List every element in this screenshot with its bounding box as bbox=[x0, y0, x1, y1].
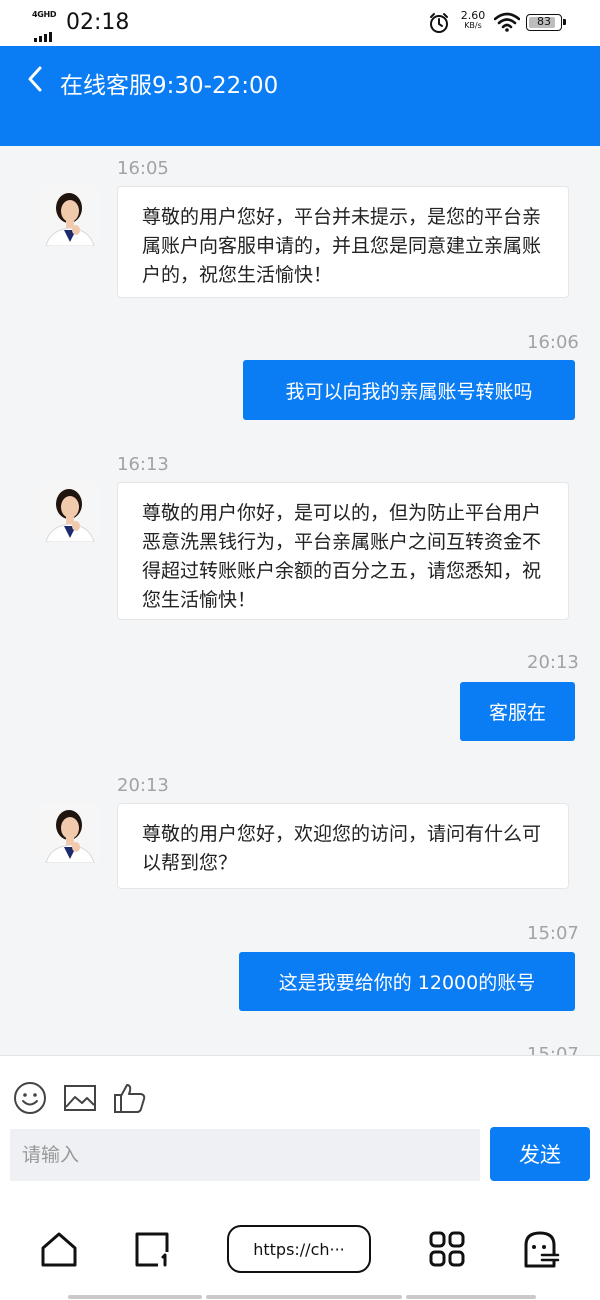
network-speed-value: 2.60 bbox=[460, 9, 486, 22]
agent-message-bubble: 尊敬的用户你好，是可以的，但为防止平台用户恶意洗黑钱行为，平台亲属账户之间互转资… bbox=[117, 482, 569, 620]
message-timestamp: 15:07 bbox=[527, 1044, 579, 1055]
message-timestamp: 16:13 bbox=[117, 454, 169, 475]
url-bar[interactable]: https://ch··· bbox=[227, 1225, 371, 1273]
message-timestamp: 20:13 bbox=[527, 652, 579, 673]
agent-avatar-image bbox=[40, 482, 100, 542]
tabs-icon[interactable] bbox=[132, 1229, 172, 1269]
page-indicator bbox=[206, 1295, 402, 1299]
user-message-bubble: 我可以向我的亲属账号转账吗 bbox=[243, 360, 575, 420]
send-button[interactable]: 发送 bbox=[490, 1127, 590, 1181]
profile-ghost-icon[interactable] bbox=[520, 1229, 560, 1269]
battery-level: 83 bbox=[537, 15, 551, 28]
agent-avatar bbox=[40, 803, 100, 863]
agent-avatar bbox=[40, 482, 100, 542]
network-speed: 2.60 KB/s bbox=[457, 9, 489, 31]
message-input[interactable] bbox=[10, 1129, 480, 1181]
chat-messages[interactable]: 16:05 尊敬的用户您好，平台并未提示，是您的平台亲属账户向客服申请的，并且您… bbox=[0, 146, 600, 1055]
wifi-icon bbox=[494, 12, 520, 32]
page-indicator bbox=[406, 1295, 536, 1299]
alarm-icon bbox=[430, 13, 448, 33]
agent-avatar-image bbox=[40, 186, 100, 246]
status-bar: 4GHD 02:18 2.60 KB/s 83 bbox=[0, 0, 600, 46]
network-type: 4GHD bbox=[32, 10, 57, 19]
page-title: 在线客服9:30-22:00 bbox=[60, 73, 279, 99]
network-speed-unit: KB/s bbox=[464, 21, 482, 30]
message-timestamp: 16:06 bbox=[527, 332, 579, 353]
chat-header: 在线客服9:30-22:00 bbox=[0, 46, 600, 146]
agent-message-bubble: 尊敬的用户您好，欢迎您的访问，请问有什么可以帮到您？ bbox=[117, 803, 569, 889]
cellular-signal-icon: 4GHD bbox=[30, 10, 60, 42]
page-indicator bbox=[68, 1295, 202, 1299]
clock: 02:18 bbox=[66, 10, 130, 35]
image-icon[interactable] bbox=[62, 1080, 98, 1116]
agent-avatar bbox=[40, 186, 100, 246]
emoji-icon[interactable] bbox=[12, 1080, 48, 1116]
user-message-bubble: 这是我要给你的 12000的账号 bbox=[239, 952, 575, 1011]
apps-grid-icon[interactable] bbox=[427, 1229, 467, 1269]
home-icon[interactable] bbox=[39, 1229, 79, 1269]
back-arrow-icon[interactable] bbox=[22, 64, 50, 94]
user-message-bubble: 客服在 bbox=[460, 682, 575, 741]
agent-avatar-image bbox=[40, 803, 100, 863]
battery-icon: 83 bbox=[526, 14, 566, 31]
message-timestamp: 15:07 bbox=[527, 923, 579, 944]
message-composer: 发送 bbox=[0, 1055, 600, 1196]
agent-message-bubble: 尊敬的用户您好，平台并未提示，是您的平台亲属账户向客服申请的，并且您是同意建立亲… bbox=[117, 186, 569, 298]
message-timestamp: 20:13 bbox=[117, 775, 169, 796]
browser-toolbar: https://ch··· bbox=[0, 1195, 600, 1300]
thumbs-up-icon[interactable] bbox=[112, 1080, 148, 1116]
message-timestamp: 16:05 bbox=[117, 158, 169, 179]
